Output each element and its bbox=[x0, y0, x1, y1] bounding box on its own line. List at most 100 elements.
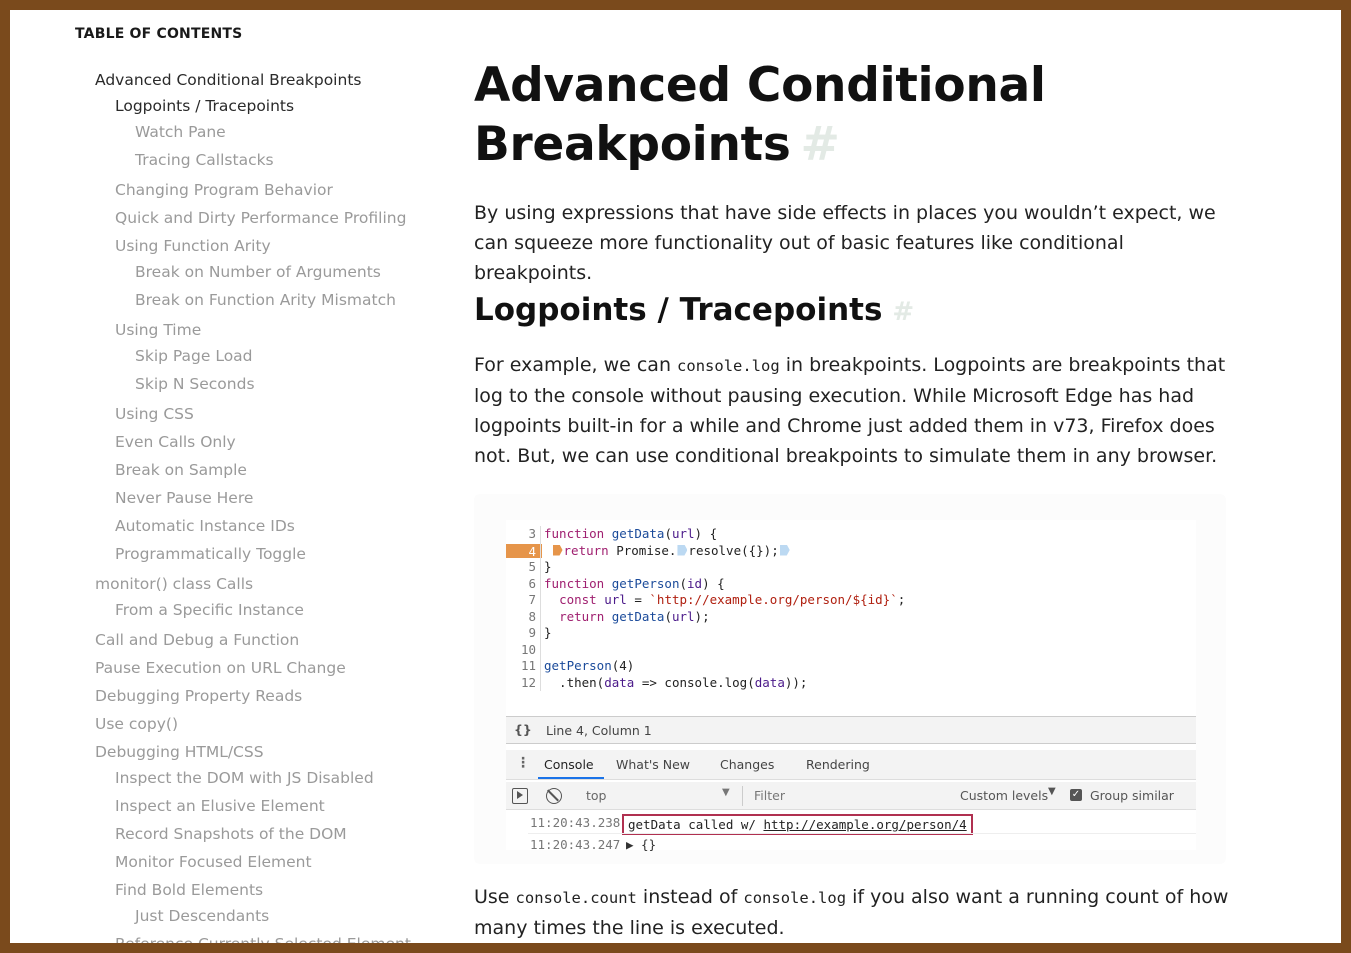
toc-link[interactable]: Watch Pane bbox=[135, 122, 226, 142]
line-number: 3 bbox=[528, 526, 536, 541]
toc-link[interactable]: From a Specific Instance bbox=[115, 600, 304, 620]
toc-link[interactable]: Skip Page Load bbox=[135, 346, 253, 366]
heading-anchor-link[interactable]: # bbox=[801, 117, 840, 172]
tab-console[interactable]: Console bbox=[544, 757, 594, 772]
toc-link[interactable]: Using CSS bbox=[115, 404, 194, 424]
code-text: .then(data => console.log(data)); bbox=[544, 674, 808, 690]
intro-paragraph: By using expressions that have side effe… bbox=[474, 198, 1244, 288]
toc-link[interactable]: Use copy() bbox=[95, 714, 178, 734]
code-text: return getData(url); bbox=[559, 608, 710, 624]
toc-link[interactable]: Inspect the DOM with JS Disabled bbox=[115, 768, 374, 788]
group-similar-label: Group similar bbox=[1090, 788, 1174, 803]
text-span: log to the console without pausing execu… bbox=[474, 385, 1195, 407]
toc-link[interactable]: Call and Debug a Function bbox=[95, 630, 299, 650]
code-line: 6 function getPerson(id) { bbox=[506, 575, 1196, 592]
toc-link[interactable]: Advanced Conditional Breakpoints bbox=[95, 70, 361, 90]
console-output: 11:20:43.238 getData called w/ http://ex… bbox=[506, 812, 1196, 856]
page-title-line1: Advanced Conditional bbox=[474, 58, 1046, 113]
toc-link[interactable]: Monitor Focused Element bbox=[115, 852, 312, 872]
code-line: 4 return Promise. resolve({}); bbox=[506, 542, 1196, 560]
section-anchor-link[interactable]: # bbox=[892, 297, 914, 327]
line-number: 8 bbox=[528, 608, 536, 624]
toc-link[interactable]: Tracing Callstacks bbox=[135, 150, 274, 170]
highlighted-log-message: getData called w/ http://example.org/per… bbox=[622, 814, 973, 835]
logpoints-paragraph: For example, we can console.log in break… bbox=[474, 350, 1244, 471]
tab-whats-new[interactable]: What's New bbox=[616, 757, 690, 772]
toc-link[interactable]: Even Calls Only bbox=[115, 432, 236, 452]
toc-link[interactable]: Debugging HTML/CSS bbox=[95, 742, 264, 762]
show-sidebar-icon[interactable] bbox=[512, 788, 528, 804]
code-text: function getData(url) { bbox=[544, 526, 718, 541]
intro-line-2: can squeeze more functionality out of ba… bbox=[474, 232, 1124, 284]
chevron-down-icon[interactable]: ▼ bbox=[1048, 786, 1056, 797]
line-number: 10 bbox=[520, 641, 536, 657]
line-number: 7 bbox=[528, 592, 536, 607]
code-line: 7 const url = `http://example.org/person… bbox=[506, 592, 1196, 609]
toc-title: TABLE OF CONTENTS bbox=[75, 26, 243, 42]
more-tabs-icon[interactable]: ⋮ bbox=[516, 755, 530, 771]
toc-link[interactable]: Inspect an Elusive Element bbox=[115, 796, 325, 816]
line-number: 6 bbox=[528, 575, 536, 591]
text-span: in breakpoints. Logpoints are breakpoint… bbox=[779, 354, 1226, 376]
toolbar-divider bbox=[742, 786, 743, 806]
expandable-object[interactable]: ▶ {} bbox=[626, 834, 656, 856]
group-similar-checkbox[interactable]: ✓ bbox=[1070, 789, 1082, 801]
table-of-contents: TABLE OF CONTENTS bbox=[75, 24, 435, 44]
line-number: 12 bbox=[520, 674, 536, 690]
section-heading-logpoints: Logpoints / Tracepoints # bbox=[474, 290, 914, 332]
toc-link[interactable]: Break on Number of Arguments bbox=[135, 262, 381, 282]
pretty-print-icon[interactable]: {} bbox=[514, 722, 532, 737]
cursor-position: Line 4, Column 1 bbox=[546, 723, 652, 738]
toc-link[interactable]: Using Function Arity bbox=[115, 236, 271, 256]
text-span: For example, we can bbox=[474, 354, 678, 376]
toc-link[interactable]: Programmatically Toggle bbox=[115, 544, 306, 564]
inline-breakpoint-icon[interactable] bbox=[779, 544, 790, 556]
tab-changes[interactable]: Changes bbox=[720, 757, 774, 772]
text-span: if you also want a running count of how bbox=[846, 886, 1229, 908]
toc-link[interactable]: Automatic Instance IDs bbox=[115, 516, 295, 536]
log-levels-dropdown[interactable]: Custom levels bbox=[960, 788, 1048, 803]
code-text: } bbox=[544, 625, 552, 640]
breakpoint-marker[interactable]: 4 bbox=[506, 543, 542, 559]
toc-link[interactable]: Debugging Property Reads bbox=[95, 686, 302, 706]
toc-link[interactable]: monitor() class Calls bbox=[95, 574, 253, 594]
toc-link[interactable]: Changing Program Behavior bbox=[115, 180, 333, 200]
toc-link[interactable]: Logpoints / Tracepoints bbox=[115, 96, 294, 116]
toc-link[interactable]: Record Snapshots of the DOM bbox=[115, 824, 347, 844]
page: TABLE OF CONTENTS Advanced Conditional B… bbox=[10, 10, 1341, 943]
text-span: not. But, we can use conditional breakpo… bbox=[474, 445, 1218, 467]
text-span: instead of bbox=[636, 886, 744, 908]
toc-link[interactable]: Using Time bbox=[115, 320, 201, 340]
toc-link[interactable]: Find Bold Elements bbox=[115, 880, 263, 900]
page-title: Advanced Conditional Breakpoints # bbox=[474, 56, 1174, 174]
tab-rendering[interactable]: Rendering bbox=[806, 757, 870, 772]
code-line: 5} bbox=[506, 559, 1196, 576]
code-text: getPerson(4) bbox=[544, 658, 635, 673]
toc-link[interactable]: Pause Execution on URL Change bbox=[95, 658, 346, 678]
toc-link[interactable]: Quick and Dirty Performance Profiling bbox=[115, 208, 406, 228]
line-number: 11 bbox=[520, 658, 536, 673]
inline-breakpoint-icon[interactable] bbox=[677, 544, 688, 556]
timestamp: 11:20:43.238 bbox=[530, 815, 621, 830]
text-span: many times the line is executed. bbox=[474, 917, 785, 939]
source-code-view: 3 function getData(url) {4 return Promise… bbox=[506, 526, 1196, 691]
toc-link[interactable]: Break on Function Arity Mismatch bbox=[135, 290, 396, 310]
toc-link[interactable]: Break on Sample bbox=[115, 460, 247, 480]
code-text: function getPerson(id) { bbox=[544, 575, 725, 591]
context-selector[interactable]: top bbox=[586, 788, 606, 803]
text-span: Use bbox=[474, 886, 516, 908]
chevron-down-icon[interactable]: ▼ bbox=[722, 787, 730, 798]
timestamp: 11:20:43.247 bbox=[530, 837, 621, 852]
toc-link[interactable]: Never Pause Here bbox=[115, 488, 253, 508]
toc-link[interactable]: Just Descendants bbox=[135, 906, 269, 926]
toc-link[interactable]: Reference Currently Selected Element bbox=[115, 934, 411, 943]
line-number: 5 bbox=[528, 559, 536, 574]
devtools-screenshot: 3 function getData(url) {4 return Promise… bbox=[474, 494, 1226, 864]
log-url-link[interactable]: http://example.org/person/4 bbox=[763, 817, 966, 832]
toc-link[interactable]: Skip N Seconds bbox=[135, 374, 255, 394]
code-text: return Promise. resolve({}); bbox=[544, 543, 791, 560]
inline-breakpoint-icon[interactable] bbox=[552, 544, 563, 556]
intro-line-1: By using expressions that have side effe… bbox=[474, 202, 1216, 224]
filter-input[interactable]: Filter bbox=[754, 788, 785, 803]
clear-console-icon[interactable] bbox=[546, 788, 562, 804]
